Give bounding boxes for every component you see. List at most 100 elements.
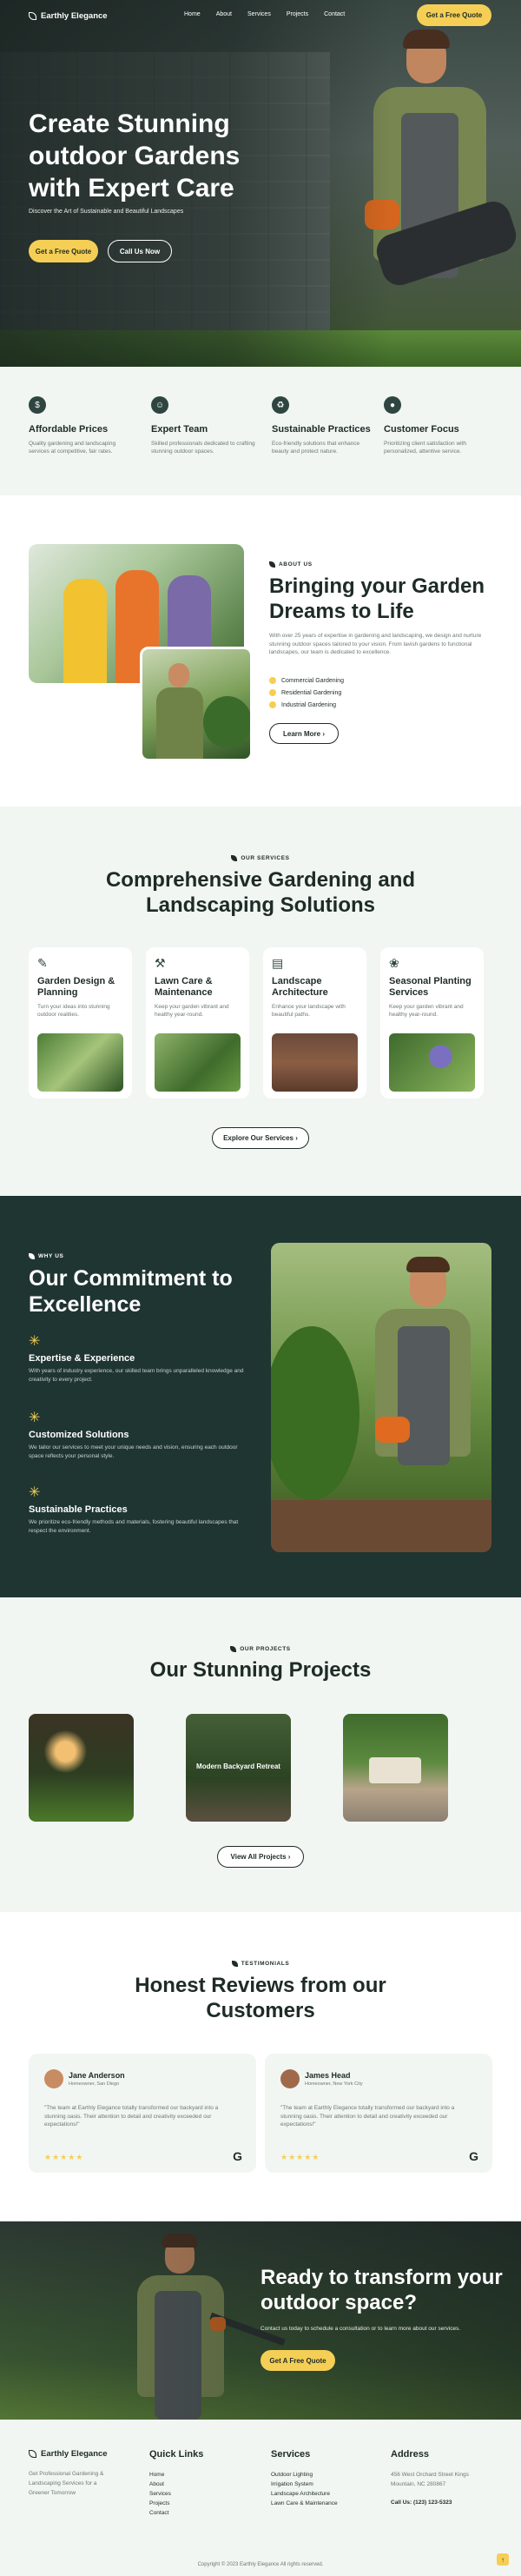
feature-desc: Eco-friendly solutions that enhance beau… <box>272 441 360 455</box>
check-item: Residential Gardening <box>269 689 341 696</box>
project-card[interactable]: Modern Backyard Retreat <box>186 1714 291 1822</box>
projects-tag-text: OUR PROJECTS <box>240 1646 291 1652</box>
leaf-logo-icon <box>29 2450 36 2458</box>
rating-stars: ★★★★★ <box>280 2153 320 2161</box>
leaf-icon <box>231 1961 238 1967</box>
footer-brand: Earthly Elegance Get Professional Garden… <box>29 2449 142 2498</box>
projects-title: Our Stunning Projects <box>149 1658 372 1682</box>
footer-address: Address 456 West Orchard Street Kings Mo… <box>391 2449 495 2507</box>
about-title: Bringing your Garden Dreams to Life <box>269 574 485 623</box>
service-desc: Enhance your landscape with beautiful pa… <box>272 1004 346 1018</box>
sparkle-icon: ✳ <box>29 1334 41 1349</box>
learn-more-label: Learn More <box>282 729 321 738</box>
footer-link[interactable]: Irrigation System <box>271 2480 338 2489</box>
service-card[interactable]: ⚒ Lawn Care & Maintenance Keep your gard… <box>146 947 249 1099</box>
cta-overlay <box>0 2221 521 2420</box>
testimonials-tag: TESTIMONIALS <box>0 1961 521 1967</box>
service-card[interactable]: ✎ Garden Design & Planning Turn your ide… <box>29 947 132 1099</box>
copyright: Copyright © 2023 Earthly Elegance All ri… <box>197 2562 324 2567</box>
projects-section: OUR PROJECTS Our Stunning Projects Moder… <box>0 1597 521 1912</box>
footer-link[interactable]: Services <box>149 2489 203 2499</box>
service-card[interactable]: ▤ Landscape Architecture Enhance your la… <box>263 947 366 1099</box>
footer-link[interactable]: Outdoor Lighting <box>271 2470 338 2480</box>
cta-quote-button[interactable]: Get A Free Quote <box>260 2350 335 2371</box>
footer-link[interactable]: Home <box>149 2470 203 2480</box>
leaf-icon <box>231 855 238 861</box>
reviewer-role: Homeowner, San Diego <box>69 2081 120 2087</box>
landscape-icon: ▤ <box>272 956 284 970</box>
service-card[interactable]: ❀ Seasonal Planting Services Keep your g… <box>380 947 484 1099</box>
testimonial-card: James Head Homeowner, New York City "The… <box>265 2054 492 2173</box>
about-image-gardener <box>140 647 253 761</box>
service-desc: Keep your garden vibrant and healthy yea… <box>155 1004 229 1018</box>
back-to-top-icon[interactable]: ↑ <box>497 2553 509 2566</box>
google-icon: G <box>469 2149 478 2163</box>
bullet-icon <box>269 689 276 696</box>
learn-more-button[interactable]: Learn More › <box>269 723 339 744</box>
brand-logo[interactable]: Earthly Elegance <box>29 11 108 21</box>
testimonials-tag-text: TESTIMONIALS <box>241 1961 290 1967</box>
chevron-right-icon: › <box>322 729 326 738</box>
avatar <box>280 2069 300 2088</box>
about-text: With over 25 years of expertise in garde… <box>269 633 482 655</box>
nav-link-about[interactable]: About <box>216 11 232 17</box>
leaf-icon <box>230 1646 237 1652</box>
hero-title: Create Stunning outdoor Gardens with Exp… <box>29 110 241 202</box>
projects-tag: OUR PROJECTS <box>0 1646 521 1652</box>
service-image <box>37 1033 123 1092</box>
explore-services-button[interactable]: Explore Our Services › <box>212 1127 309 1149</box>
footer-logo[interactable]: Earthly Elegance <box>29 2449 142 2459</box>
project-card[interactable] <box>343 1714 448 1822</box>
feature-title: Affordable Prices <box>29 424 109 435</box>
nav-quote-button[interactable]: Get a Free Quote <box>417 4 491 26</box>
view-projects-button[interactable]: View All Projects › <box>217 1846 304 1868</box>
nav-link-services[interactable]: Services <box>247 11 271 17</box>
sparkle-icon: ✳ <box>29 1411 41 1425</box>
feature-title: Expert Team <box>151 424 208 435</box>
footer-quick-title: Quick Links <box>149 2449 204 2460</box>
footer-link[interactable]: Contact <box>149 2508 203 2518</box>
feature-item: ♻ Sustainable Practices Eco-friendly sol… <box>272 396 376 455</box>
nav-link-home[interactable]: Home <box>184 11 201 17</box>
footer-link[interactable]: Projects <box>149 2499 203 2508</box>
testimonials-section: TESTIMONIALS Honest Reviews from our Cus… <box>0 1912 521 2221</box>
about-section: ABOUT US Bringing your Garden Dreams to … <box>0 495 521 807</box>
footer: Earthly Elegance Get Professional Garden… <box>0 2420 521 2576</box>
nav-link-projects[interactable]: Projects <box>287 11 308 17</box>
footer-services-title: Services <box>271 2449 311 2460</box>
hero-quote-button[interactable]: Get a Free Quote <box>29 240 98 262</box>
check-item: Industrial Gardening <box>269 701 336 708</box>
footer-link[interactable]: About <box>149 2480 203 2489</box>
commit-tag-text: WHY US <box>38 1253 64 1259</box>
footer-address-title: Address <box>391 2449 430 2460</box>
cta-title: Ready to transform your outdoor space? <box>260 2266 503 2314</box>
chevron-right-icon: › <box>287 1853 291 1861</box>
check-label: Industrial Gardening <box>281 701 337 708</box>
check-label: Commercial Gardening <box>281 677 344 684</box>
feature-desc: Quality gardening and landscaping servic… <box>29 441 116 455</box>
service-desc: Turn your ideas into stunning outdoor re… <box>37 1004 110 1018</box>
footer-brand-name: Earthly Elegance <box>41 2449 108 2459</box>
footer-link[interactable]: Landscape Architecture <box>271 2489 338 2499</box>
dollar-icon: $ <box>29 396 46 414</box>
feature-item: ☺ Expert Team Skilled professionals dedi… <box>151 396 255 455</box>
cta-text: Contact us today to schedule a consultat… <box>260 2326 461 2332</box>
commit-title: Our Commitment to Excellence <box>29 1266 233 1317</box>
footer-address-text: 456 West Orchard Street Kings Mountain, … <box>391 2472 469 2487</box>
footer-phone[interactable]: Call Us: (123) 123-5323 <box>391 2498 495 2507</box>
location-icon: ● <box>384 396 401 414</box>
commit-item: ✳ Customized Solutions We tailor our ser… <box>29 1411 246 1460</box>
commit-item: ✳ Expertise & Experience With years of i… <box>29 1335 246 1384</box>
project-card[interactable] <box>29 1714 134 1822</box>
recycle-icon: ♻ <box>272 396 289 414</box>
feature-item: $ Affordable Prices Quality gardening an… <box>29 396 133 455</box>
services-tag-text: OUR SERVICES <box>241 855 290 861</box>
nav-link-contact[interactable]: Contact <box>324 11 345 17</box>
footer-link[interactable]: Lawn Care & Maintenance <box>271 2499 338 2508</box>
feature-desc: Prioritizing client satisfaction with pe… <box>384 441 467 455</box>
service-title: Lawn Care & Maintenance <box>155 976 213 998</box>
leaf-icon <box>29 1253 35 1259</box>
services-tag: OUR SERVICES <box>0 855 521 861</box>
hero-call-button[interactable]: Call Us Now <box>108 240 172 262</box>
bullet-icon <box>269 677 276 684</box>
